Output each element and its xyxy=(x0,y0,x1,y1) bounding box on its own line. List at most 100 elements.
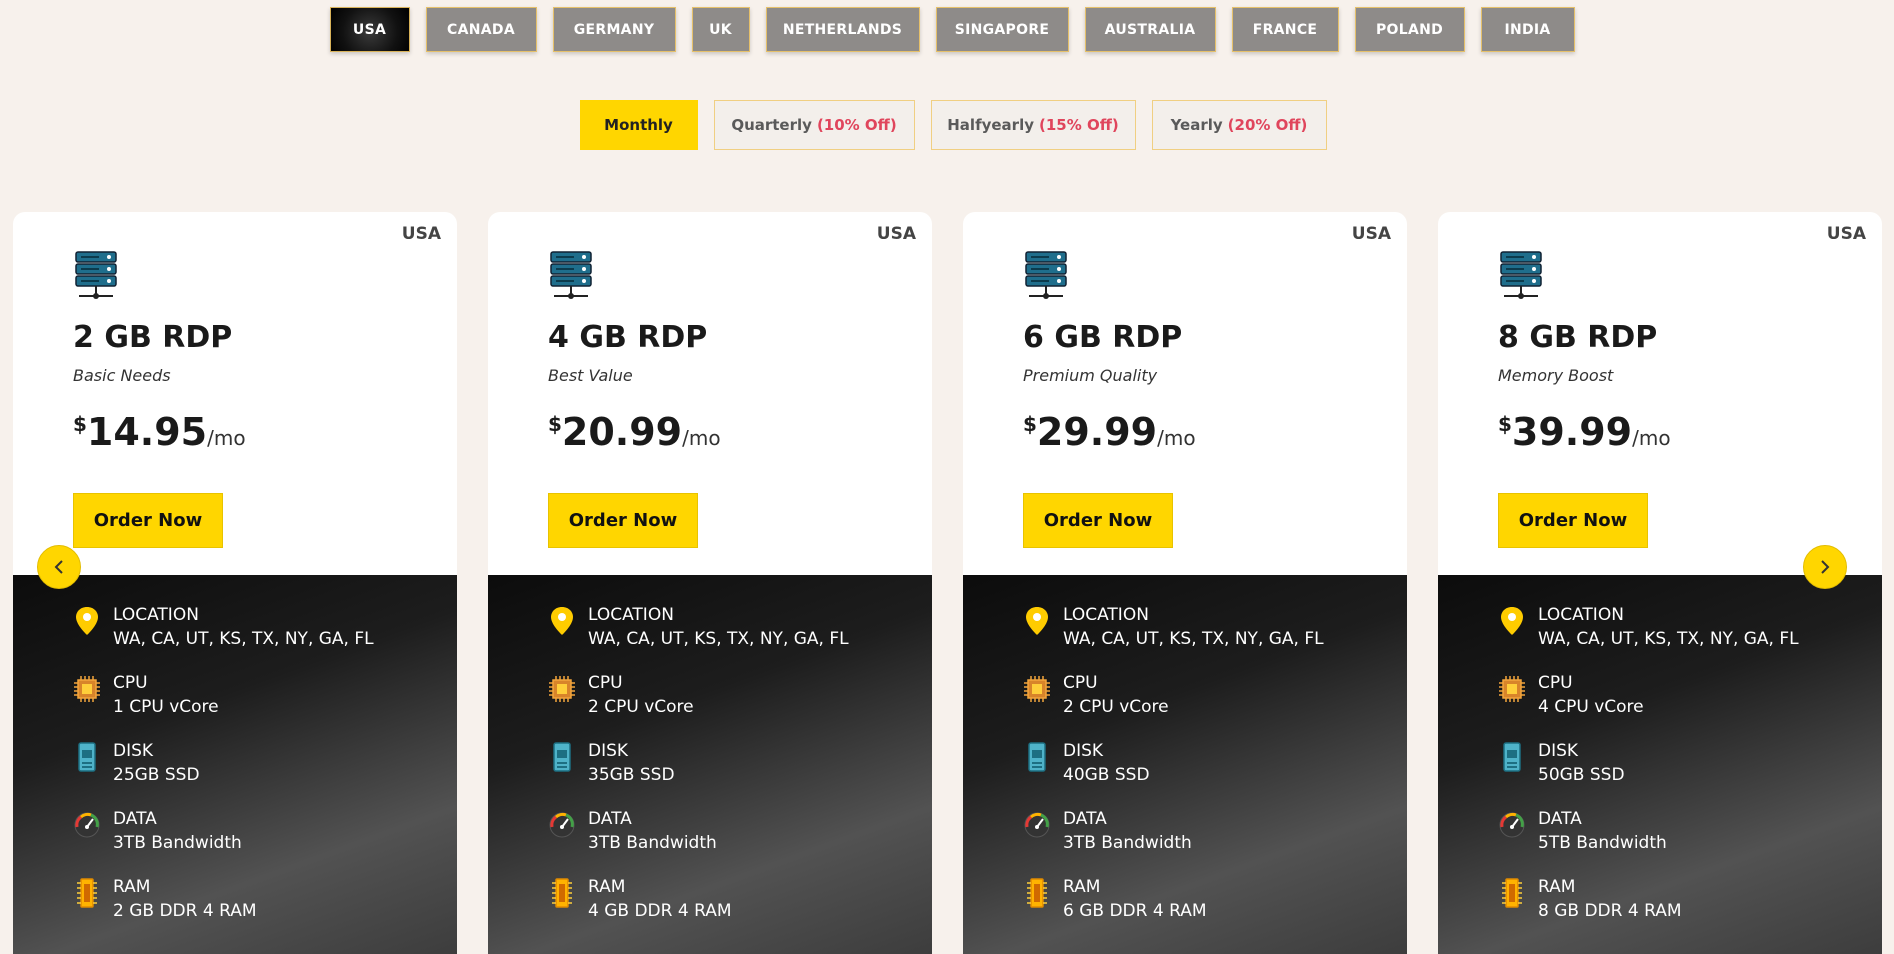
tab-billing-yearly[interactable]: Yearly (20% Off) xyxy=(1151,100,1327,150)
order-now-button[interactable]: Order Now xyxy=(73,493,223,548)
tab-country-canada[interactable]: CANADA xyxy=(425,7,537,52)
spec-value: 3TB Bandwidth xyxy=(1063,833,1192,853)
server-icon xyxy=(73,250,119,302)
spec-label: RAM xyxy=(1063,877,1101,897)
chevron-right-icon xyxy=(1821,560,1830,574)
ram-module-icon xyxy=(1498,877,1526,909)
spec-label: DATA xyxy=(1538,809,1582,829)
price-amount: 20.99 xyxy=(561,410,683,454)
spec-value: 6 GB DDR 4 RAM xyxy=(1063,901,1207,921)
speedometer-icon xyxy=(548,809,576,841)
spec-label: RAM xyxy=(588,877,626,897)
spec-value: 25GB SSD xyxy=(113,765,200,785)
location-pin-icon xyxy=(73,605,101,637)
speedometer-icon xyxy=(73,809,101,841)
ram-module-icon xyxy=(548,877,576,909)
plan-price: $39.99/mo xyxy=(1498,410,1671,454)
server-icon xyxy=(1498,250,1544,302)
spec-value: 40GB SSD xyxy=(1063,765,1150,785)
discount-label: (20% Off) xyxy=(1227,116,1308,134)
billing-label: Yearly xyxy=(1170,116,1223,134)
spec-label: CPU xyxy=(588,673,623,693)
tab-country-usa[interactable]: USA xyxy=(329,7,410,52)
billing-period-tabs: Monthly Quarterly (10% Off) Halfyearly (15… xyxy=(0,100,1894,150)
tab-billing-monthly[interactable]: Monthly xyxy=(579,100,698,150)
billing-label: Quarterly xyxy=(731,116,812,134)
spec-label: DATA xyxy=(588,809,632,829)
location-pin-icon xyxy=(1023,605,1051,637)
discount-label: (10% Off) xyxy=(816,116,897,134)
cpu-chip-icon xyxy=(1498,673,1526,705)
tab-country-australia[interactable]: AUSTRALIA xyxy=(1084,7,1216,52)
tab-country-india[interactable]: INDIA xyxy=(1480,7,1575,52)
spec-label: RAM xyxy=(113,877,151,897)
price-currency: $ xyxy=(1498,412,1512,436)
spec-label: DISK xyxy=(1063,741,1104,761)
billing-label: Halfyearly xyxy=(947,116,1034,134)
spec-value: 2 GB DDR 4 RAM xyxy=(113,901,257,921)
tab-country-uk[interactable]: UK xyxy=(691,7,750,52)
spec-label: DISK xyxy=(1538,741,1579,761)
spec-label: LOCATION xyxy=(588,605,674,625)
tab-country-germany[interactable]: GERMANY xyxy=(552,7,676,52)
speedometer-icon xyxy=(1498,809,1526,841)
plan-card: USA 2 GB RDP Basic Needs $14.95/mo Order Now… xyxy=(13,212,457,954)
order-now-button[interactable]: Order Now xyxy=(1498,493,1648,548)
plan-specs: LOCATION WA, CA, UT, KS, TX, NY, GA, FL CP… xyxy=(1438,575,1882,954)
price-currency: $ xyxy=(548,412,562,436)
plan-specs: LOCATION WA, CA, UT, KS, TX, NY, GA, FL CP… xyxy=(963,575,1407,954)
plan-region: USA xyxy=(1351,224,1391,244)
plan-price: $20.99/mo xyxy=(548,410,721,454)
plan-region: USA xyxy=(876,224,916,244)
spec-label: RAM xyxy=(1538,877,1576,897)
spec-value: WA, CA, UT, KS, TX, NY, GA, FL xyxy=(1538,629,1799,649)
tab-country-poland[interactable]: POLAND xyxy=(1354,7,1465,52)
ssd-disk-icon xyxy=(1498,741,1526,773)
plan-card: USA 6 GB RDP Premium Quality $29.99/mo Order… xyxy=(963,212,1407,954)
ram-module-icon xyxy=(73,877,101,909)
spec-label: DATA xyxy=(113,809,157,829)
location-pin-icon xyxy=(1498,605,1526,637)
plan-subtitle: Premium Quality xyxy=(1023,366,1158,385)
tab-country-singapore[interactable]: SINGAPORE xyxy=(935,7,1069,52)
spec-value: 5TB Bandwidth xyxy=(1538,833,1667,853)
carousel-next-button[interactable] xyxy=(1803,545,1847,589)
spec-value: 8 GB DDR 4 RAM xyxy=(1538,901,1682,921)
spec-value: 3TB Bandwidth xyxy=(588,833,717,853)
tab-billing-quarterly[interactable]: Quarterly (10% Off) xyxy=(713,100,915,150)
tab-country-netherlands[interactable]: NETHERLANDS xyxy=(765,7,920,52)
cpu-chip-icon xyxy=(1023,673,1051,705)
order-now-button[interactable]: Order Now xyxy=(1023,493,1173,548)
plan-region: USA xyxy=(401,224,441,244)
plan-card: USA 4 GB RDP Best Value $20.99/mo Order Now L… xyxy=(488,212,932,954)
price-currency: $ xyxy=(73,412,87,436)
spec-value: WA, CA, UT, KS, TX, NY, GA, FL xyxy=(1063,629,1324,649)
price-currency: $ xyxy=(1023,412,1037,436)
price-period: /mo xyxy=(1632,426,1671,450)
spec-value: 3TB Bandwidth xyxy=(113,833,242,853)
price-amount: 39.99 xyxy=(1511,410,1633,454)
spec-label: LOCATION xyxy=(113,605,199,625)
tab-country-france[interactable]: FRANCE xyxy=(1231,7,1339,52)
ssd-disk-icon xyxy=(1023,741,1051,773)
spec-label: CPU xyxy=(1538,673,1573,693)
cpu-chip-icon xyxy=(548,673,576,705)
tab-billing-halfyearly[interactable]: Halfyearly (15% Off) xyxy=(930,100,1136,150)
ssd-disk-icon xyxy=(73,741,101,773)
plan-specs: LOCATION WA, CA, UT, KS, TX, NY, GA, FL CP… xyxy=(13,575,457,954)
plan-subtitle: Basic Needs xyxy=(73,366,171,385)
spec-value: 4 CPU vCore xyxy=(1538,697,1644,717)
spec-label: LOCATION xyxy=(1538,605,1624,625)
price-period: /mo xyxy=(682,426,721,450)
plan-title: 8 GB RDP xyxy=(1498,320,1658,355)
plan-specs: LOCATION WA, CA, UT, KS, TX, NY, GA, FL CP… xyxy=(488,575,932,954)
billing-label: Monthly xyxy=(604,116,673,134)
spec-label: CPU xyxy=(113,673,148,693)
speedometer-icon xyxy=(1023,809,1051,841)
order-now-button[interactable]: Order Now xyxy=(548,493,698,548)
spec-value: 2 CPU vCore xyxy=(1063,697,1169,717)
spec-value: 4 GB DDR 4 RAM xyxy=(588,901,732,921)
carousel-prev-button[interactable] xyxy=(37,545,81,589)
country-tabs: USA CANADA GERMANY UK NETHERLANDS SINGAP… xyxy=(0,7,1894,52)
plan-title: 2 GB RDP xyxy=(73,320,233,355)
